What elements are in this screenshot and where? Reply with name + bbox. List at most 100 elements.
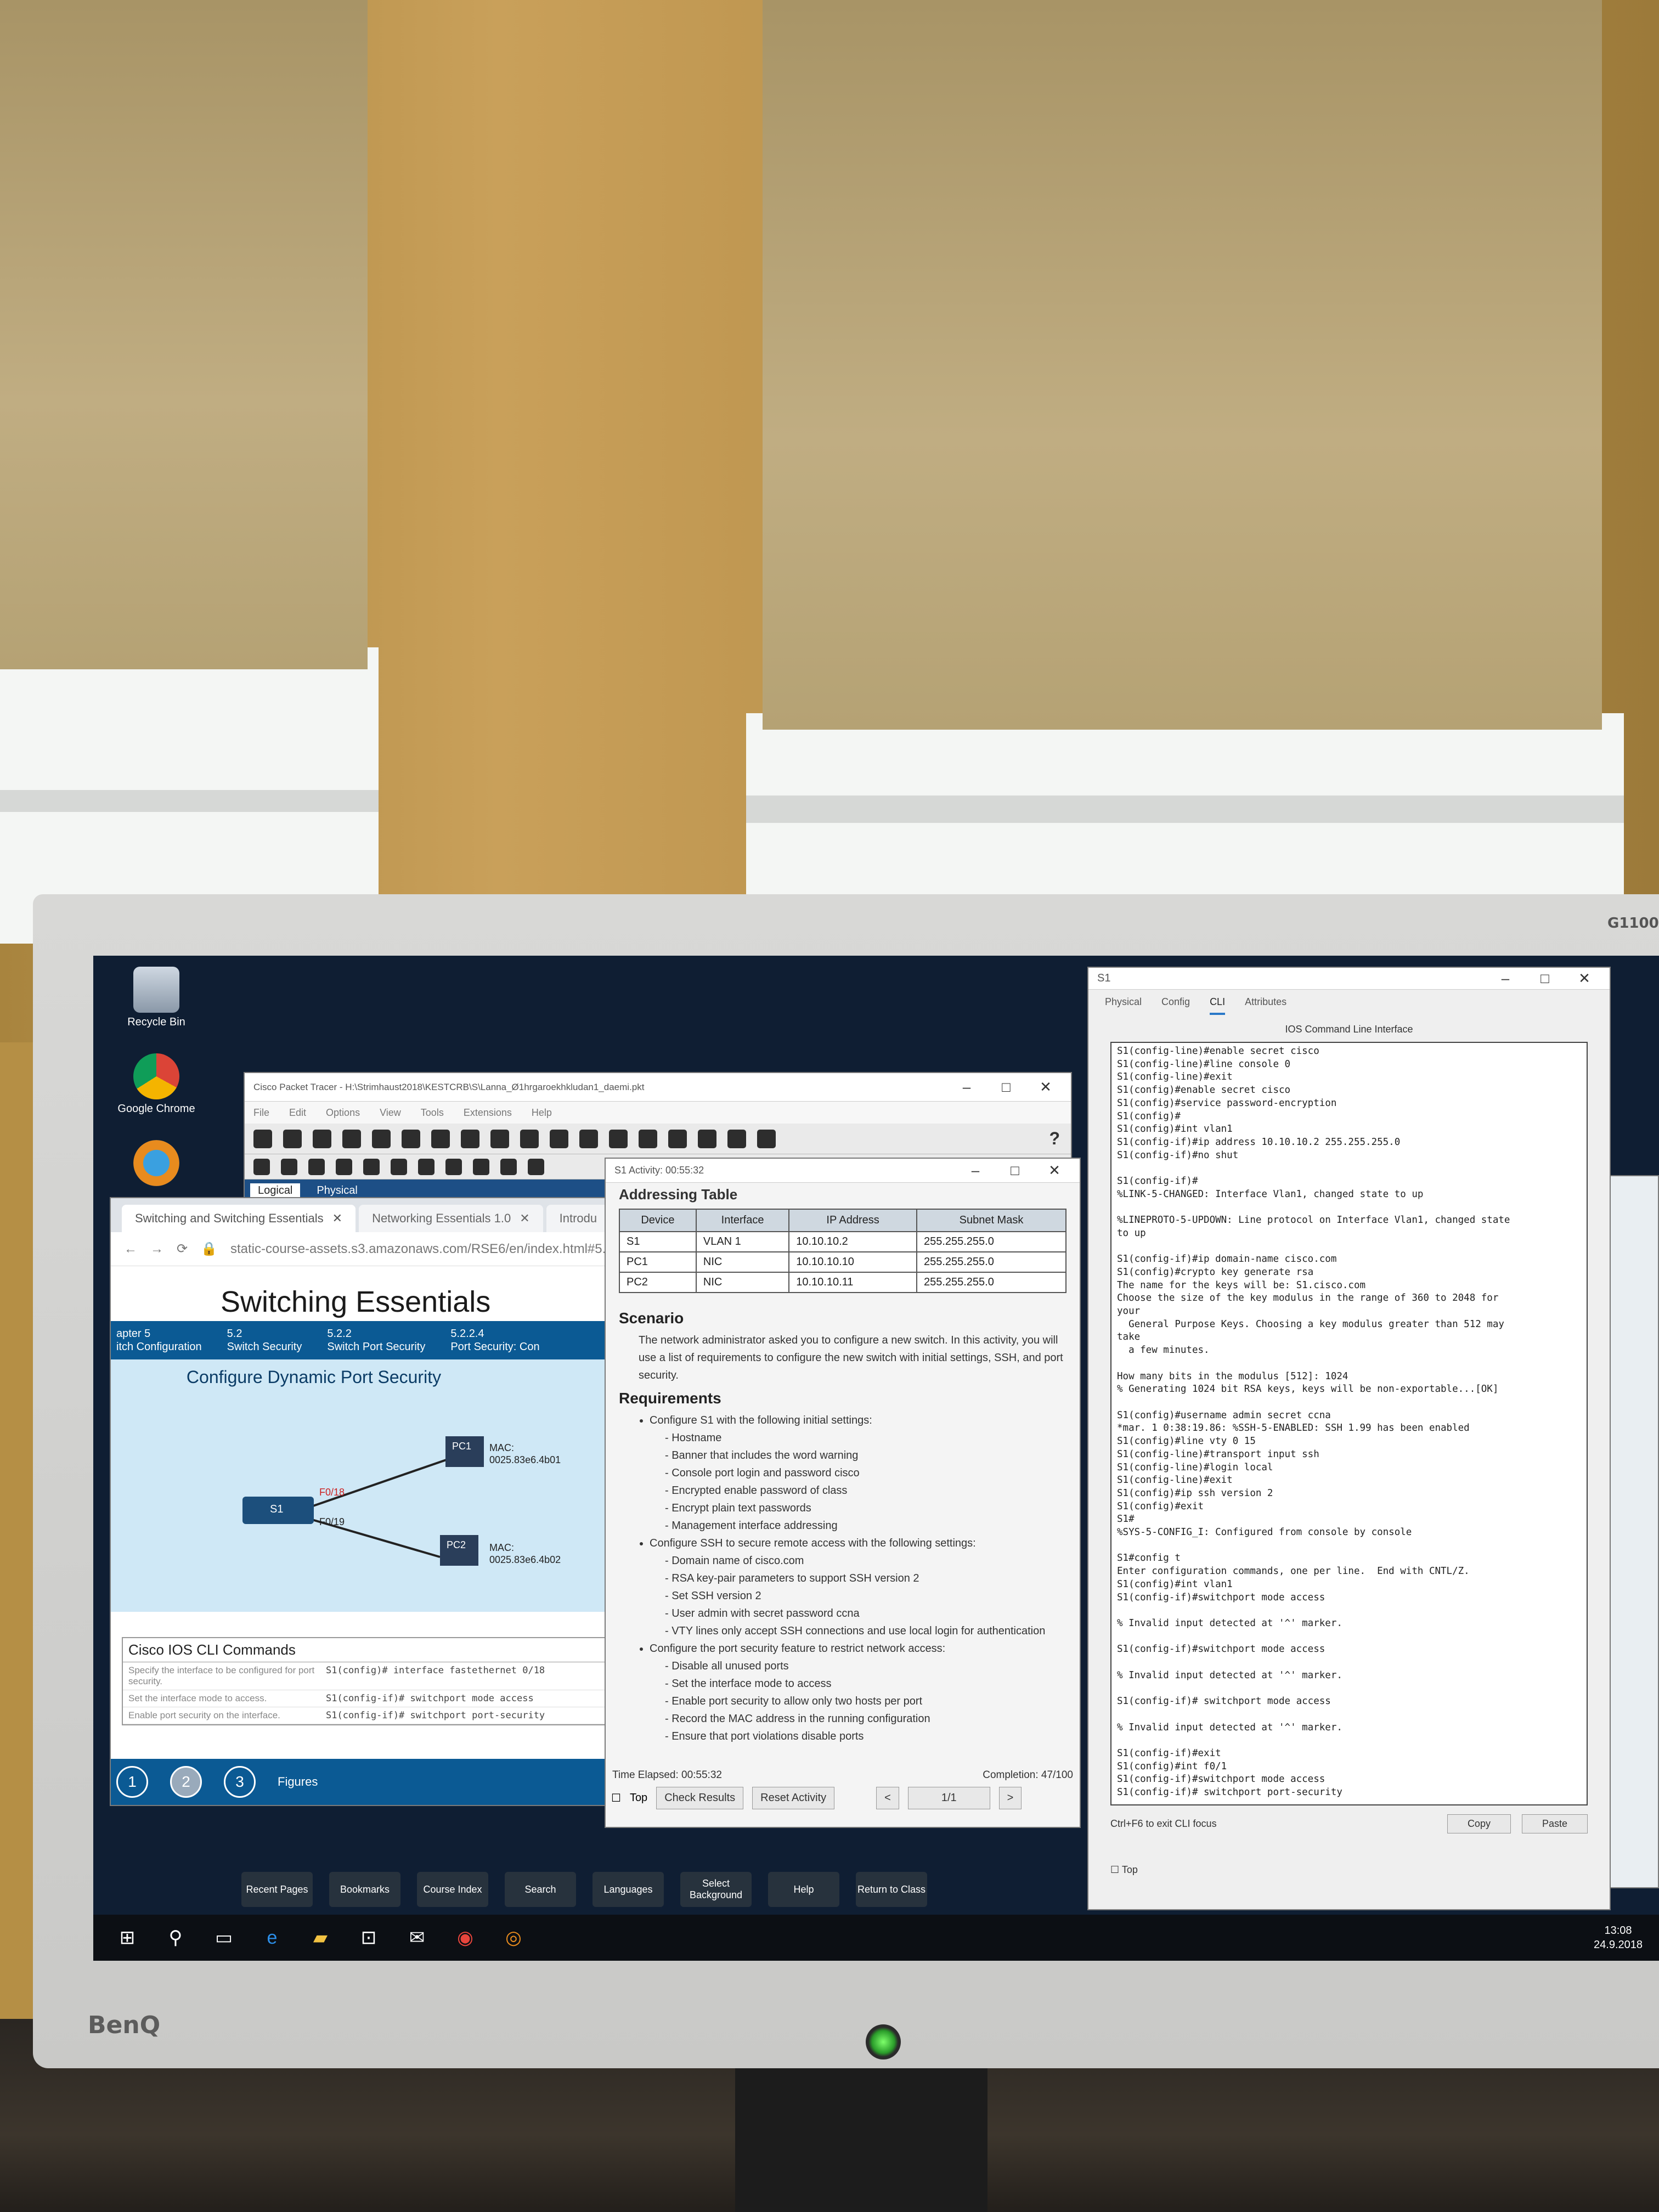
resize-icon[interactable] xyxy=(336,1158,352,1175)
mail-icon[interactable]: ✉ xyxy=(405,1926,429,1950)
desktop-icon-chrome[interactable]: Google Chrome xyxy=(115,1053,198,1115)
close-button[interactable]: ✕ xyxy=(1568,970,1601,987)
tab-attributes[interactable]: Attributes xyxy=(1245,996,1286,1015)
network-info-icon[interactable] xyxy=(431,1129,450,1148)
return-to-class-button[interactable]: Return to Class xyxy=(856,1872,927,1907)
search-button[interactable]: Search xyxy=(505,1872,576,1907)
browser-tab[interactable]: Networking Essentials 1.0 ✕ xyxy=(359,1205,543,1232)
redo-icon[interactable] xyxy=(550,1129,568,1148)
desktop-icon-packet-tracer[interactable] xyxy=(115,1140,198,1189)
cli-terminal[interactable]: S1(config-line)#enable secret cisco S1(co… xyxy=(1110,1042,1588,1805)
power-button[interactable] xyxy=(866,2024,901,2059)
tab-config[interactable]: Config xyxy=(1161,996,1190,1015)
help-icon[interactable]: ? xyxy=(1049,1128,1060,1149)
previous-button[interactable]: < xyxy=(876,1787,899,1809)
start-icon[interactable]: ⊞ xyxy=(115,1926,139,1950)
copy-button[interactable]: Copy xyxy=(1447,1814,1511,1833)
check-results-button[interactable]: Check Results xyxy=(656,1787,744,1809)
copy-icon[interactable] xyxy=(461,1129,479,1148)
zoom-in-icon[interactable] xyxy=(579,1129,598,1148)
pdu-icon[interactable] xyxy=(500,1158,517,1175)
note-icon[interactable] xyxy=(363,1158,380,1175)
figure-page-button[interactable]: 1 xyxy=(116,1766,148,1798)
reload-icon[interactable]: ⟳ xyxy=(177,1241,188,1257)
chrome-icon[interactable]: ◉ xyxy=(453,1926,477,1950)
save-icon[interactable] xyxy=(313,1129,331,1148)
top-checkbox[interactable]: ☐ xyxy=(1110,1864,1119,1875)
close-button[interactable]: ✕ xyxy=(1038,1162,1071,1179)
menu-edit[interactable]: Edit xyxy=(289,1107,306,1119)
store-icon[interactable]: ⊡ xyxy=(357,1926,381,1950)
menu-options[interactable]: Options xyxy=(326,1107,360,1119)
packet-tracer-icon[interactable]: ◎ xyxy=(501,1926,526,1950)
activity-window: S1 Activity: 00:55:32 – □ ✕ Addressing T… xyxy=(605,1158,1081,1828)
desktop-icon-recycle-bin[interactable]: Recycle Bin xyxy=(115,967,198,1029)
menu-extensions[interactable]: Extensions xyxy=(464,1107,512,1119)
line-icon[interactable] xyxy=(391,1158,407,1175)
tab-cli[interactable]: CLI xyxy=(1210,996,1226,1015)
maximize-button[interactable]: □ xyxy=(998,1162,1031,1179)
undo-icon[interactable] xyxy=(520,1129,539,1148)
delete-icon[interactable] xyxy=(308,1158,325,1175)
file-explorer-icon[interactable]: ▰ xyxy=(308,1926,332,1950)
tab-physical[interactable]: Physical xyxy=(317,1184,357,1197)
breadcrumb-item[interactable]: 5.2.2.4 Port Security: Con xyxy=(450,1327,539,1353)
reset-activity-button[interactable]: Reset Activity xyxy=(752,1787,835,1809)
top-checkbox[interactable]: ☐ xyxy=(611,1791,621,1805)
search-icon[interactable]: ⚲ xyxy=(163,1926,188,1950)
breadcrumb-item[interactable]: apter 5 itch Configuration xyxy=(116,1327,202,1353)
close-icon[interactable]: ✕ xyxy=(332,1211,342,1226)
draw-palette-icon[interactable] xyxy=(668,1129,687,1148)
menu-file[interactable]: File xyxy=(253,1107,269,1119)
complex-pdu-icon[interactable] xyxy=(528,1158,544,1175)
recent-pages-button[interactable]: Recent Pages xyxy=(241,1872,313,1907)
task-view-icon[interactable]: ▭ xyxy=(212,1926,236,1950)
zoom-reset-icon[interactable] xyxy=(609,1129,628,1148)
back-icon[interactable]: ← xyxy=(124,1242,137,1257)
paste-icon[interactable] xyxy=(490,1129,509,1148)
bookmarks-button[interactable]: Bookmarks xyxy=(329,1872,400,1907)
viewport-icon[interactable] xyxy=(727,1129,746,1148)
open-file-icon[interactable] xyxy=(283,1129,302,1148)
menu-help[interactable]: Help xyxy=(532,1107,552,1119)
minimize-button[interactable]: – xyxy=(959,1162,992,1179)
menu-tools[interactable]: Tools xyxy=(421,1107,444,1119)
screenshot-icon[interactable] xyxy=(757,1129,776,1148)
new-file-icon[interactable] xyxy=(253,1129,272,1148)
close-button[interactable]: ✕ xyxy=(1029,1079,1062,1096)
rectangle-icon[interactable] xyxy=(418,1158,435,1175)
languages-button[interactable]: Languages xyxy=(592,1872,664,1907)
tab-logical[interactable]: Logical xyxy=(250,1183,301,1198)
custom-device-icon[interactable] xyxy=(698,1129,716,1148)
browser-tab[interactable]: Switching and Switching Essentials ✕ xyxy=(122,1205,356,1232)
system-clock[interactable]: 13:08 24.9.2018 xyxy=(1594,1923,1643,1952)
select-background-button[interactable]: Select Background xyxy=(680,1872,752,1907)
inspect-icon[interactable] xyxy=(281,1158,297,1175)
help-button[interactable]: Help xyxy=(768,1872,839,1907)
close-icon[interactable]: ✕ xyxy=(520,1211,529,1226)
figure-page-button[interactable]: 2 xyxy=(170,1766,202,1798)
info-icon[interactable] xyxy=(372,1129,391,1148)
edge-icon[interactable]: e xyxy=(260,1926,284,1950)
select-icon[interactable] xyxy=(253,1158,270,1175)
maximize-button[interactable]: □ xyxy=(1528,970,1561,987)
freeform-icon[interactable] xyxy=(473,1158,489,1175)
zoom-out-icon[interactable] xyxy=(639,1129,657,1148)
browser-tab[interactable]: Introdu xyxy=(546,1205,611,1232)
next-button[interactable]: > xyxy=(998,1787,1022,1809)
menu-view[interactable]: View xyxy=(380,1107,401,1119)
minimize-button[interactable]: – xyxy=(950,1079,983,1096)
tab-physical[interactable]: Physical xyxy=(1105,996,1142,1015)
minimize-button[interactable]: – xyxy=(1489,970,1522,987)
ellipse-icon[interactable] xyxy=(445,1158,462,1175)
breadcrumb-item[interactable]: 5.2.2 Switch Port Security xyxy=(327,1327,425,1353)
course-index-button[interactable]: Course Index xyxy=(417,1872,488,1907)
wizard-icon[interactable] xyxy=(402,1129,420,1148)
breadcrumb-item[interactable]: 5.2 Switch Security xyxy=(227,1327,302,1353)
maximize-button[interactable]: □ xyxy=(990,1079,1023,1096)
forward-icon[interactable]: → xyxy=(150,1242,163,1257)
figure-page-button[interactable]: 3 xyxy=(224,1766,256,1798)
print-icon[interactable] xyxy=(342,1129,361,1148)
url-input[interactable]: static-course-assets.s3.amazonaws.com/RS… xyxy=(230,1242,635,1257)
paste-button[interactable]: Paste xyxy=(1521,1814,1588,1833)
